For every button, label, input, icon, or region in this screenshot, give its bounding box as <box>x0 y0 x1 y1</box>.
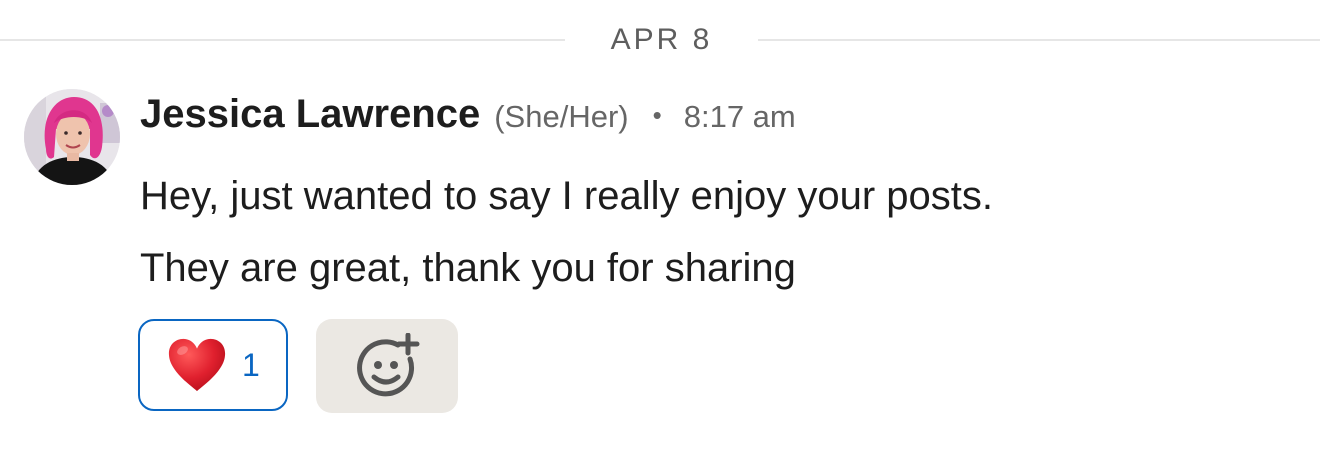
add-reaction-button[interactable] <box>316 319 458 413</box>
heart-reaction-count: 1 <box>242 346 260 383</box>
add-emoji-smiley-icon <box>357 333 420 397</box>
conversation-view: APR 8 Jessica Lawrence (She/Her) • 8:17 … <box>0 0 1320 450</box>
red-heart-icon <box>168 338 226 392</box>
heart-reaction-button[interactable]: 1 <box>138 319 288 411</box>
sender-name[interactable]: Jessica Lawrence <box>140 92 480 137</box>
message-timestamp: 8:17 am <box>683 99 796 134</box>
message-text-line-2: They are great, thank you for sharing <box>140 246 796 290</box>
message-header: Jessica Lawrence (She/Her) • 8:17 am <box>140 92 796 148</box>
date-divider-line-left <box>0 39 565 41</box>
message-text-line-1: Hey, just wanted to say I really enjoy y… <box>140 174 993 218</box>
date-divider-line-right <box>758 39 1320 41</box>
avatar[interactable] <box>24 89 120 185</box>
header-separator: • <box>652 100 662 130</box>
sender-pronouns: (She/Her) <box>494 99 629 134</box>
date-divider-label: APR 8 <box>610 23 713 56</box>
profile-photo-icon <box>24 89 120 185</box>
